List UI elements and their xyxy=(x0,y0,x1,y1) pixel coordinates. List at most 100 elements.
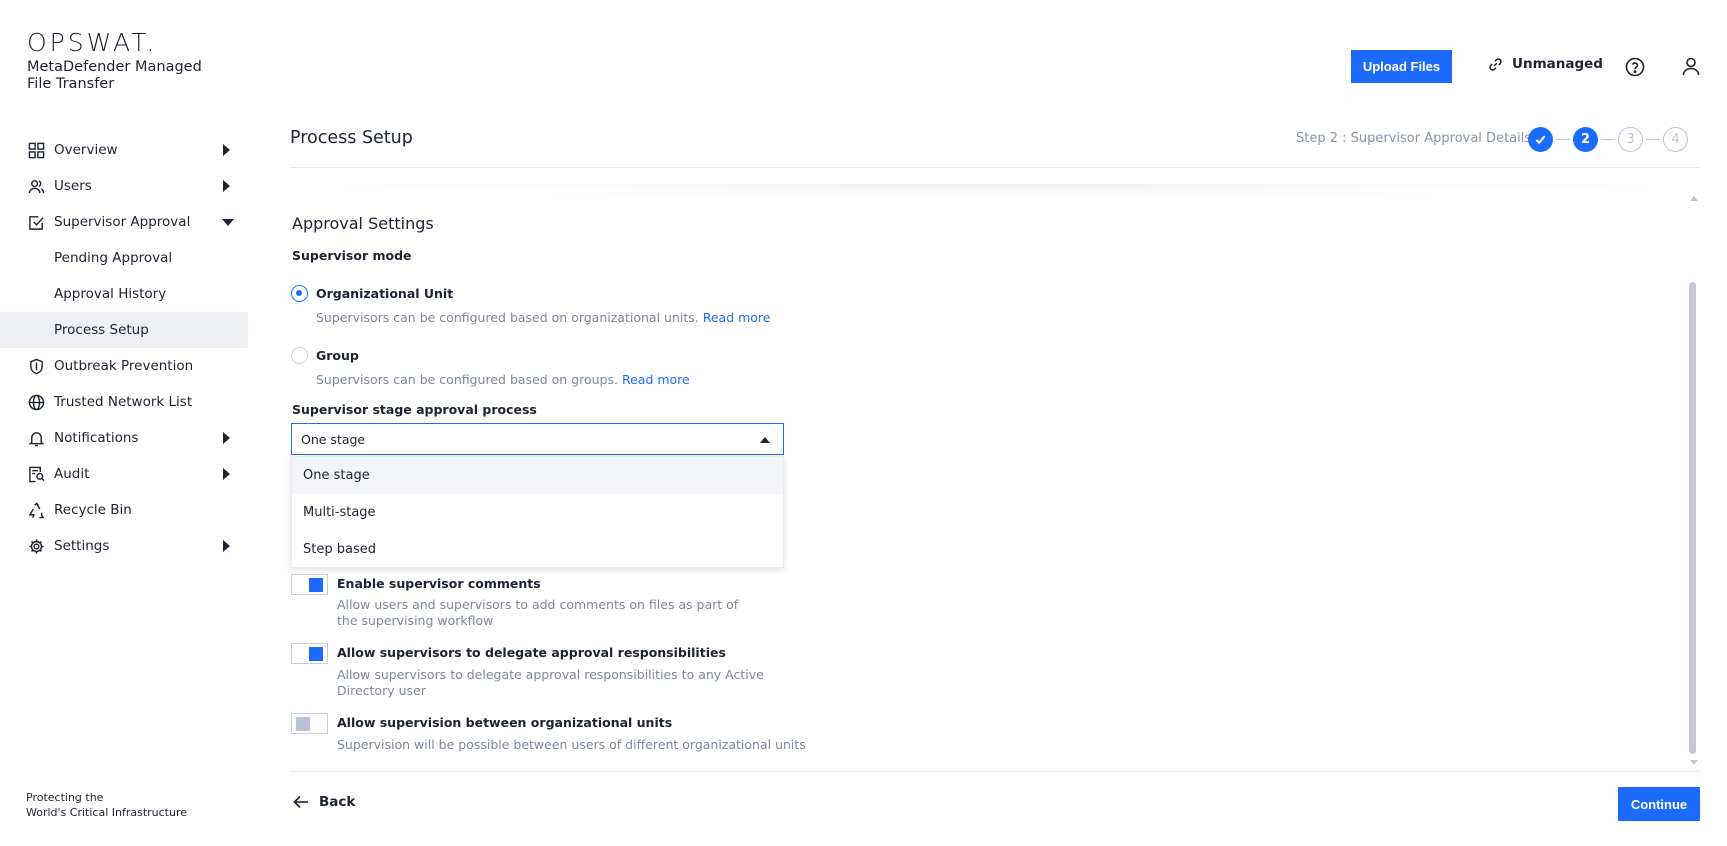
audit-icon xyxy=(27,465,45,483)
toggle-description: Allow supervisors to delegate approval r… xyxy=(337,667,764,698)
sidebar-item-label: Process Setup xyxy=(54,322,149,338)
toggle-knob xyxy=(296,717,310,731)
toggle-label: Allow supervisors to delegate approval r… xyxy=(337,645,726,660)
upload-files-button[interactable]: Upload Files xyxy=(1351,50,1452,83)
sidebar-item-process-setup[interactable]: Process Setup xyxy=(0,312,248,348)
sidebar-item-label: Settings xyxy=(54,538,110,554)
help-icon[interactable] xyxy=(1625,57,1645,77)
opswat-logo[interactable]: OPSWAT. xyxy=(27,28,157,57)
sidebar-item-users[interactable]: Users xyxy=(0,168,248,204)
back-button[interactable]: Back xyxy=(293,794,355,810)
section-title: Approval Settings xyxy=(292,214,434,233)
step-1-complete xyxy=(1528,127,1553,152)
arrow-left-icon xyxy=(293,795,308,809)
users-icon xyxy=(27,177,45,195)
sidebar-item-label: Supervisor Approval xyxy=(54,214,191,230)
radio-label: Group xyxy=(316,348,359,363)
product-name: MetaDefender Managed File Transfer xyxy=(27,59,202,92)
bell-icon xyxy=(27,429,45,447)
supervisor-mode-label: Supervisor mode xyxy=(292,248,412,263)
radio-button-checked[interactable] xyxy=(291,285,308,302)
toggle-description: Supervision will be possible between use… xyxy=(337,737,806,752)
step-3: 3 xyxy=(1618,127,1643,152)
chevron-right-icon xyxy=(223,540,230,552)
chevron-right-icon xyxy=(223,432,230,444)
chevron-down-icon xyxy=(222,219,234,226)
step-connector xyxy=(1646,138,1660,141)
radio-label: Organizational Unit xyxy=(316,286,454,301)
sidebar-item-audit[interactable]: Audit xyxy=(0,456,248,492)
sidebar-item-recycle-bin[interactable]: Recycle Bin xyxy=(0,492,248,528)
globe-icon xyxy=(27,393,45,411)
dropdown-option-step-based[interactable]: Step based xyxy=(292,531,783,568)
toggle-label: Enable supervisor comments xyxy=(337,576,541,591)
unmanaged-label: Unmanaged xyxy=(1512,56,1603,72)
tagline-line: World's Critical Infrastructure xyxy=(26,806,188,819)
stepper: 2 3 4 xyxy=(1528,127,1688,152)
radio-description: Supervisors can be configured based on g… xyxy=(316,372,690,388)
sidebar-item-supervisor-approval[interactable]: Supervisor Approval xyxy=(0,204,248,240)
step-description: Step 2 : Supervisor Approval Details xyxy=(1296,131,1532,146)
radio-button[interactable] xyxy=(291,347,308,364)
link-icon xyxy=(1489,57,1502,71)
sidebar-item-label: Outbreak Prevention xyxy=(54,358,194,374)
radio-description: Supervisors can be configured based on o… xyxy=(316,310,770,326)
toggle-supervision-between-units[interactable] xyxy=(291,713,328,734)
radio-organizational-unit[interactable]: Organizational Unit xyxy=(291,285,453,302)
sidebar-item-settings[interactable]: Settings xyxy=(0,528,248,564)
sidebar-item-label: Audit xyxy=(54,466,90,482)
radio-group[interactable]: Group xyxy=(291,347,359,364)
toggle-supervisor-comments[interactable] xyxy=(291,574,328,595)
read-more-link[interactable]: Read more xyxy=(622,372,690,387)
scroll-down-arrow[interactable] xyxy=(1690,760,1698,765)
scroll-up-arrow[interactable] xyxy=(1690,196,1698,201)
sidebar-item-label: Trusted Network List xyxy=(54,394,193,410)
sidebar-item-label: Users xyxy=(54,178,92,194)
dropdown-option-multi-stage[interactable]: Multi-stage xyxy=(292,494,783,531)
recycle-icon xyxy=(27,501,45,519)
checkbox-icon xyxy=(27,213,45,231)
chevron-right-icon xyxy=(223,468,230,480)
sidebar-item-label: Recycle Bin xyxy=(54,502,132,518)
sidebar-item-trusted-network-list[interactable]: Trusted Network List xyxy=(0,384,248,420)
caret-up-icon xyxy=(760,437,770,443)
dropdown-option-one-stage[interactable]: One stage xyxy=(292,457,783,494)
sidebar-item-notifications[interactable]: Notifications xyxy=(0,420,248,456)
description-text: Supervisors can be configured based on o… xyxy=(316,310,699,325)
page-title: Process Setup xyxy=(290,128,413,148)
sidebar-item-outbreak-prevention[interactable]: Outbreak Prevention xyxy=(0,348,248,384)
toggle-delegate-approval[interactable] xyxy=(291,643,328,664)
continue-button[interactable]: Continue xyxy=(1618,787,1700,821)
scrollbar-thumb[interactable] xyxy=(1689,282,1696,754)
step-connector xyxy=(1601,138,1615,141)
stage-approval-dropdown: One stage Multi-stage Step based xyxy=(291,456,784,568)
sidebar-item-approval-history[interactable]: Approval History xyxy=(0,276,248,312)
step-2-current: 2 xyxy=(1573,127,1598,152)
sidebar-item-label: Notifications xyxy=(54,430,139,446)
tagline-line: Protecting the xyxy=(26,791,104,804)
stage-approval-label: Supervisor stage approval process xyxy=(292,402,537,417)
sidebar: OPSWAT. MetaDefender Managed File Transf… xyxy=(0,0,248,846)
select-value: One stage xyxy=(301,431,366,447)
stage-approval-select[interactable]: One stage xyxy=(291,423,784,455)
sidebar-item-pending-approval[interactable]: Pending Approval xyxy=(0,240,248,276)
description-text: Supervisors can be configured based on g… xyxy=(316,372,618,387)
scroll-shadow xyxy=(300,184,1690,198)
unmanaged-link[interactable]: Unmanaged xyxy=(1488,56,1603,72)
check-icon xyxy=(1535,135,1546,145)
chevron-right-icon xyxy=(223,180,230,192)
toggle-knob xyxy=(309,578,323,592)
grid-icon xyxy=(27,141,45,159)
sidebar-nav: Overview Users Supervisor Approval Pendi… xyxy=(0,132,248,564)
tagline: Protecting the World's Critical Infrastr… xyxy=(26,790,187,820)
user-icon[interactable] xyxy=(1681,56,1701,76)
sidebar-item-label: Overview xyxy=(54,142,118,158)
sidebar-item-label: Pending Approval xyxy=(54,250,173,266)
back-label: Back xyxy=(319,794,356,810)
step-4: 4 xyxy=(1663,127,1688,152)
gear-icon xyxy=(27,537,45,555)
sidebar-item-overview[interactable]: Overview xyxy=(0,132,248,168)
sidebar-item-label: Approval History xyxy=(54,286,167,302)
footer-divider xyxy=(290,771,1700,772)
read-more-link[interactable]: Read more xyxy=(703,310,771,325)
